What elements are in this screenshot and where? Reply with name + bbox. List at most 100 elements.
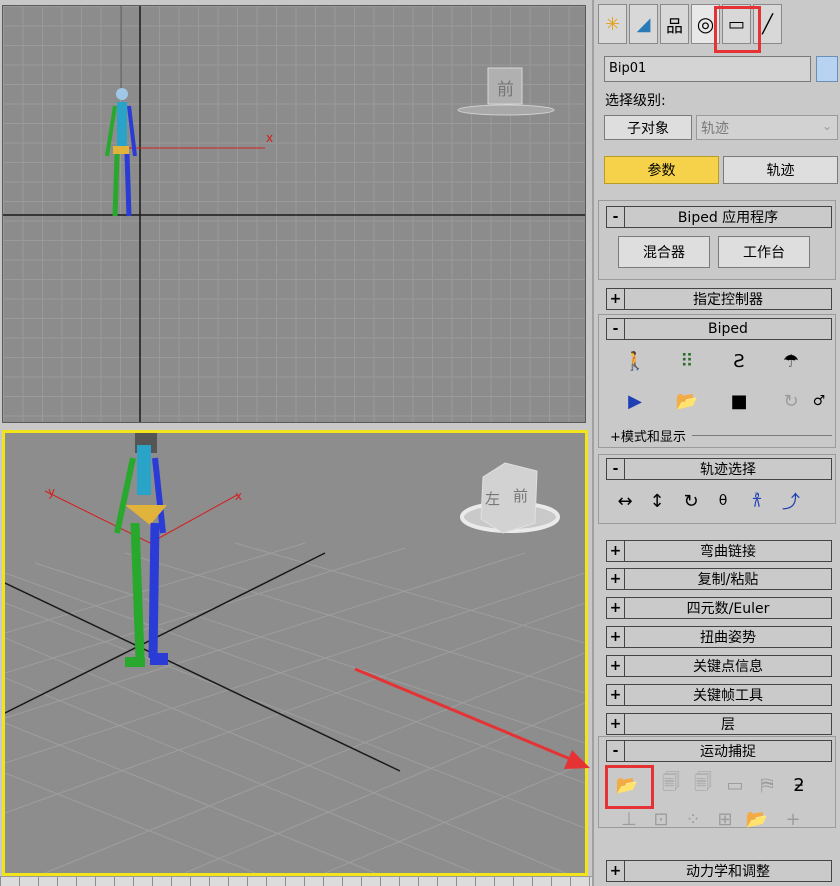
rollout-twist-poses[interactable]: + 扭曲姿势 xyxy=(606,626,832,648)
rollout-title: 弯曲链接 xyxy=(700,544,756,560)
rollout-toggle-sign: + xyxy=(607,289,625,309)
create-sun-icon: ✳ xyxy=(604,13,621,35)
load-file-icon[interactable]: 📂 xyxy=(674,388,700,414)
rollout-dynamics[interactable]: + 动力学和调整 xyxy=(606,860,832,882)
sub-object-dropdown-value: 轨迹 xyxy=(701,121,729,137)
show-markers-icon[interactable]: ⁘ xyxy=(680,806,706,832)
trajectory-tab-button[interactable]: 轨迹 xyxy=(723,156,838,184)
rollout-toggle-sign: - xyxy=(607,459,625,479)
load-marker-icon[interactable]: ⊡ xyxy=(648,806,674,832)
mode-display-label: +模式和显示 xyxy=(610,430,686,445)
rollout-toggle-sign: + xyxy=(607,627,625,647)
top-viewport-scene xyxy=(3,6,585,422)
hierarchy-icon: 品 xyxy=(666,16,683,37)
rollout-title: 四元数/Euler xyxy=(686,601,770,617)
selection-level-label: 选择级别: xyxy=(605,93,666,109)
rollout-toggle-sign: + xyxy=(607,685,625,705)
hierarchy-tab[interactable]: 品 xyxy=(660,4,689,44)
rollout-toggle-sign: - xyxy=(607,207,625,227)
biped-figure-top xyxy=(105,88,137,217)
load-mocap-highlight xyxy=(605,765,654,809)
rollout-bend-links[interactable]: + 弯曲链接 xyxy=(606,540,832,562)
motion-flow-icon[interactable]: Ƨ xyxy=(726,348,752,374)
rollout-key-info[interactable]: + 关键点信息 xyxy=(606,655,832,677)
move-all-icon[interactable]: ♂ xyxy=(806,388,832,414)
rollout-toggle-sign: + xyxy=(607,861,625,881)
rollout-assign-controller[interactable]: + 指定控制器 xyxy=(606,288,832,310)
select-opposite-icon[interactable]: ⤴ xyxy=(778,488,804,514)
rollout-motion-capture[interactable]: - 运动捕捉 xyxy=(606,740,832,762)
top-viewport[interactable]: 前 x xyxy=(2,5,586,423)
object-name-field[interactable]: Bip01 xyxy=(604,56,811,82)
sub-object-dropdown[interactable]: 轨迹 ⌄ xyxy=(696,115,838,140)
convert-from-buffer-icon[interactable]: 🗐 xyxy=(658,772,684,798)
rollout-title: 指定控制器 xyxy=(693,292,763,308)
rollout-title: 扭曲姿势 xyxy=(700,630,756,646)
vertical-move-icon[interactable]: ↕ xyxy=(644,488,670,514)
load-talent-icon[interactable]: 📂 xyxy=(744,806,770,832)
rollout-layers[interactable]: + 层 xyxy=(606,713,832,735)
rollout-title: Biped 应用程序 xyxy=(677,210,779,226)
perspective-viewport[interactable]: 左 前 y x xyxy=(2,430,588,876)
x-axis-label: x xyxy=(266,131,274,145)
viewcube-front-label[interactable]: 前 xyxy=(497,75,514,100)
add-icon[interactable]: + xyxy=(780,806,806,832)
utilities-hammer-icon: ╱ xyxy=(762,13,773,35)
viewcube-front-label[interactable]: 前 xyxy=(513,485,528,506)
convert-icon[interactable]: ↻ xyxy=(778,388,804,414)
modify-curve-icon: ◢ xyxy=(636,13,651,35)
select-symmetrical-icon[interactable]: 𐀪 xyxy=(744,488,770,514)
rollout-quaternion[interactable]: + 四元数/Euler xyxy=(606,597,832,619)
rollout-biped-apps[interactable]: - Biped 应用程序 xyxy=(606,206,832,228)
play-biped-icon[interactable]: ▶ xyxy=(622,388,648,414)
lock-com-icon[interactable]: θ xyxy=(710,488,736,514)
divider xyxy=(691,435,832,436)
viewcube-left-label[interactable]: 左 xyxy=(485,488,500,509)
rollout-key-tools[interactable]: + 关键帧工具 xyxy=(606,684,832,706)
command-panel: ✳ ◢ 品 ◎ ▭ ╱ Bip01 选择级别: 子对象 轨迹 ⌄ 参数 轨迹 -… xyxy=(592,0,840,886)
chevron-down-icon: ⌄ xyxy=(821,119,832,133)
rollout-biped[interactable]: - Biped xyxy=(606,318,832,340)
rollout-toggle-sign: - xyxy=(607,741,625,761)
rollout-title: 关键帧工具 xyxy=(693,688,763,704)
biped-figure-perspective xyxy=(114,433,168,667)
rotate-icon[interactable]: ↻ xyxy=(678,488,704,514)
annotation-arrow xyxy=(354,667,590,769)
create-tab[interactable]: ✳ xyxy=(598,4,627,44)
modify-tab[interactable]: ◢ xyxy=(629,4,658,44)
mixer-button[interactable]: 混合器 xyxy=(618,236,710,268)
rollout-toggle-sign: + xyxy=(607,714,625,734)
show-buffer-icon[interactable]: ▭ xyxy=(722,772,748,798)
rollout-title: 层 xyxy=(721,717,735,733)
object-color-swatch[interactable] xyxy=(816,56,838,82)
footstep-extraction-icon[interactable]: ⊥ xyxy=(616,806,642,832)
sub-object-button[interactable]: 子对象 xyxy=(604,115,692,140)
rollout-toggle-sign: + xyxy=(607,541,625,561)
mode-display-subrollout[interactable]: +模式和显示 xyxy=(610,426,832,445)
rollout-title: 复制/粘贴 xyxy=(697,572,759,588)
params-tab-button[interactable]: 参数 xyxy=(604,156,719,184)
rollout-toggle-sign: - xyxy=(607,319,625,339)
rollout-copy-paste[interactable]: + 复制/粘贴 xyxy=(606,568,832,590)
mixer-mode-icon[interactable]: ☂ xyxy=(778,348,804,374)
talent-figure-icon[interactable]: ⊞ xyxy=(712,806,738,832)
motion-tab-highlight xyxy=(714,6,761,53)
rollout-title: 动力学和调整 xyxy=(686,864,770,880)
rollout-toggle-sign: + xyxy=(607,569,625,589)
rollout-toggle-sign: + xyxy=(607,598,625,618)
figure-mode-icon[interactable]: 🚶 xyxy=(622,348,648,374)
x-axis-label: x xyxy=(235,489,243,503)
motion-icon: ◎ xyxy=(696,12,715,36)
paste-from-buffer-icon[interactable]: 🗐 xyxy=(690,772,716,798)
symmetrical-arrow-icon[interactable]: ↔ xyxy=(612,488,638,514)
batch-file-icon[interactable]: ƻ xyxy=(786,772,812,798)
show-buffer-trajectory-icon[interactable]: ⛿ xyxy=(754,772,780,798)
save-file-icon[interactable]: ■ xyxy=(726,388,752,414)
footstep-mode-icon[interactable]: ⠿ xyxy=(674,348,700,374)
rollout-track-selection[interactable]: - 轨迹选择 xyxy=(606,458,832,480)
rollout-title: 运动捕捉 xyxy=(700,744,756,760)
rollout-toggle-sign: + xyxy=(607,656,625,676)
workbench-button[interactable]: 工作台 xyxy=(718,236,810,268)
timeline-ruler[interactable] xyxy=(0,876,592,886)
y-axis-label: y xyxy=(48,485,56,499)
